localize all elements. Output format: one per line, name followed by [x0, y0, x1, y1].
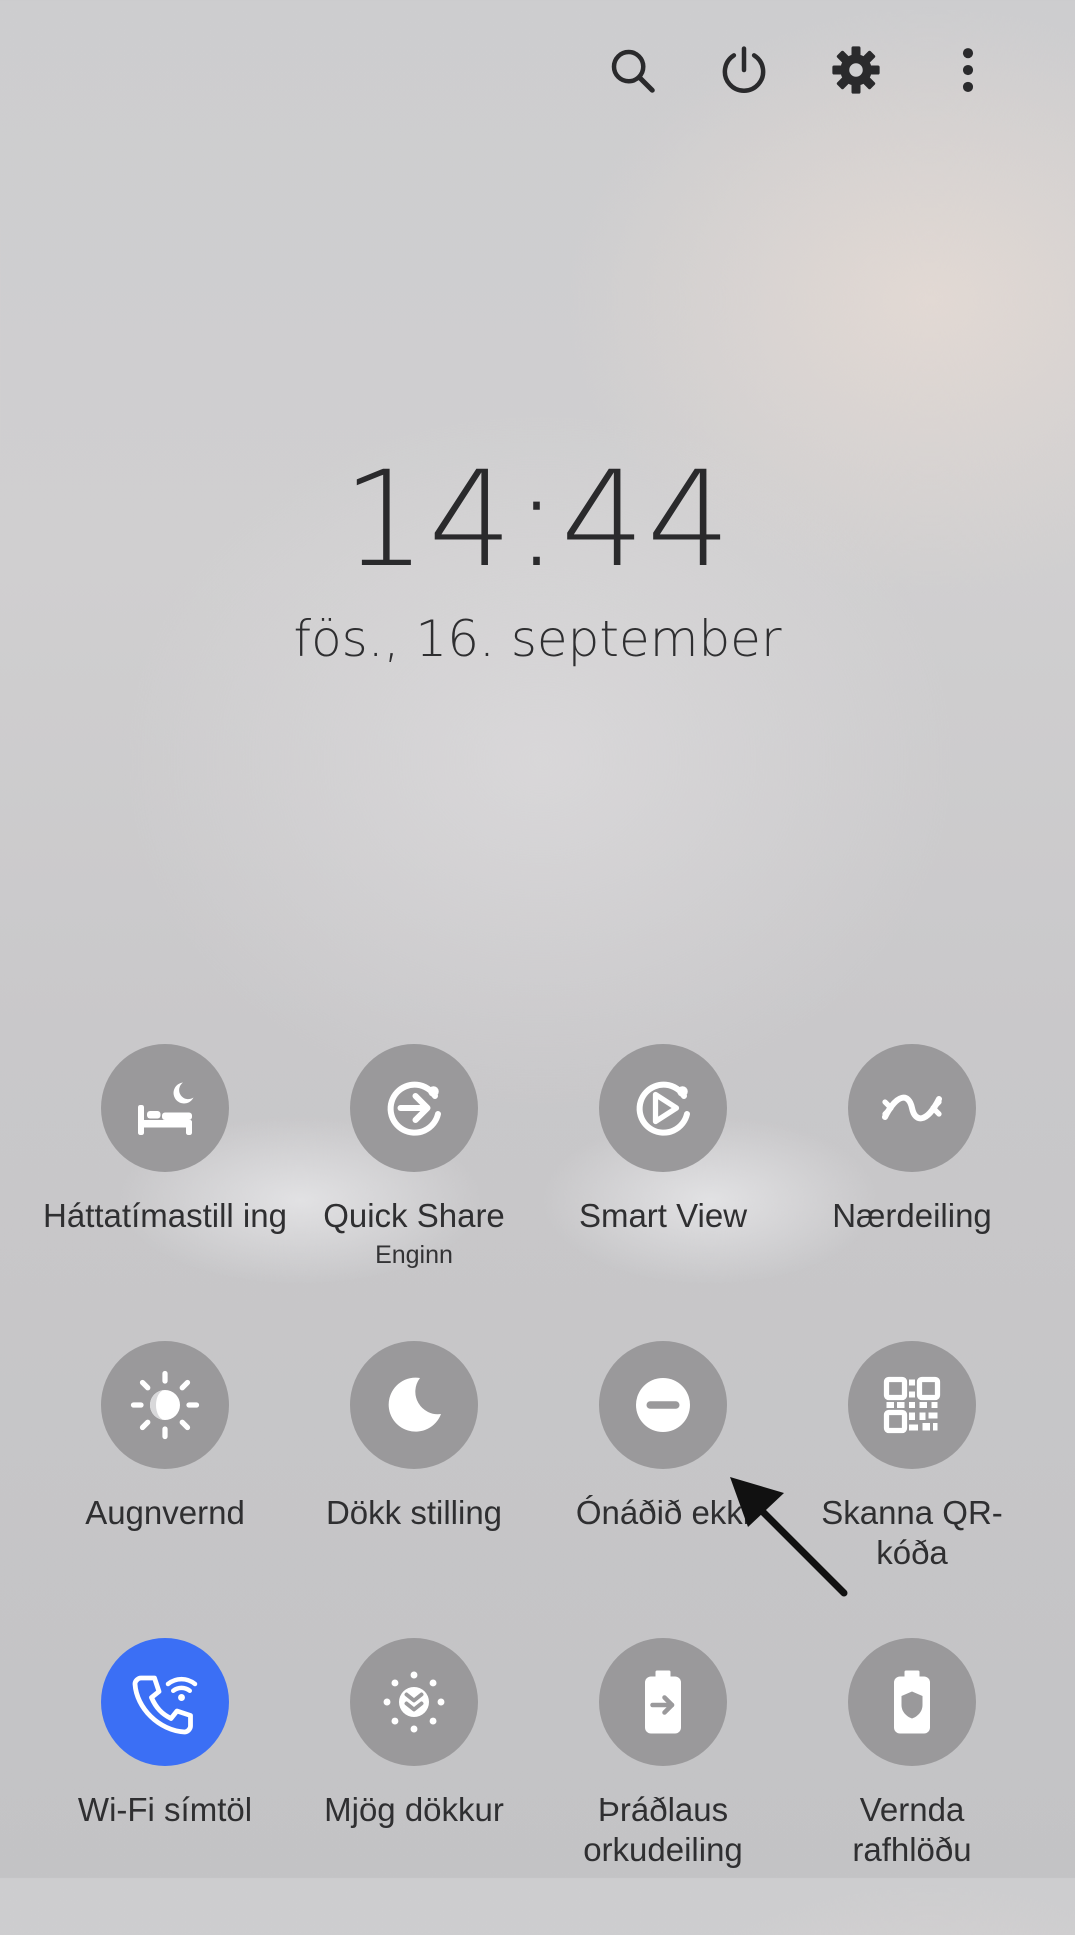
tile-quick-share-label: Quick Share Enginn [289, 1196, 539, 1274]
nearby-share-icon [882, 1094, 942, 1122]
wifi-call-icon [132, 1675, 198, 1735]
tile-bedtime-text: Háttatímastill ing [43, 1197, 287, 1234]
tile-dark-mode-text: Dökk stilling [325, 1494, 503, 1531]
tile-bedtime[interactable]: Háttatímastill ing [40, 1044, 290, 1334]
tile-nearby-share-text: Nærdeiling [832, 1197, 992, 1234]
tile-wireless-powershare[interactable]: Þráðlaus orkudeiling [538, 1638, 788, 1928]
battery-share-icon [645, 1670, 681, 1734]
tile-wifi-calling[interactable]: Wi-Fi símtöl [40, 1638, 290, 1928]
tile-extra-dim-label: Mjög dökkur [289, 1790, 539, 1830]
tile-wireless-powershare-button[interactable] [599, 1638, 727, 1766]
search-icon [611, 49, 655, 93]
tile-eye-comfort[interactable]: Augnvernd [40, 1341, 290, 1631]
tile-protect-battery[interactable]: Vernda rafhlöðu [787, 1638, 1037, 1928]
tile-protect-battery-text: Vernda rafhlöðu [852, 1791, 972, 1868]
tile-row: Háttatímastill ing Quick Share Enginn Sm… [0, 1044, 1075, 1341]
tile-smart-view-text: Smart View [578, 1197, 748, 1234]
tile-extra-dim[interactable]: Mjög dökkur [289, 1638, 539, 1928]
tile-dark-mode-button[interactable] [350, 1341, 478, 1469]
power-button[interactable] [704, 30, 784, 110]
tile-protect-battery-label: Vernda rafhlöðu [817, 1790, 1007, 1870]
tile-smart-view-label: Smart View [538, 1196, 788, 1236]
tile-wifi-calling-label: Wi-Fi símtöl [40, 1790, 290, 1830]
quick-panel-toolbar [0, 30, 1075, 110]
more-vertical-icon [962, 48, 974, 92]
tile-qr-scan-button[interactable] [848, 1341, 976, 1469]
settings-button[interactable] [816, 30, 896, 110]
qr-code-icon [883, 1376, 941, 1434]
tile-nearby-share-button[interactable] [848, 1044, 976, 1172]
clock-time: 14:44 [342, 443, 733, 597]
tile-bedtime-button[interactable] [101, 1044, 229, 1172]
moon-icon [388, 1377, 441, 1432]
tile-wireless-powershare-label: Þráðlaus orkudeiling [558, 1790, 768, 1870]
tile-protect-battery-button[interactable] [848, 1638, 976, 1766]
do-not-disturb-icon [636, 1378, 690, 1432]
tile-smart-view[interactable]: Smart View [538, 1044, 788, 1334]
tile-extra-dim-button[interactable] [350, 1638, 478, 1766]
tile-quick-share-status: Enginn [375, 1241, 453, 1269]
tile-quick-share[interactable]: Quick Share Enginn [289, 1044, 539, 1334]
tile-bedtime-label: Háttatímastill ing [40, 1196, 290, 1236]
tile-dark-mode[interactable]: Dökk stilling [289, 1341, 539, 1631]
tile-nearby-share[interactable]: Nærdeiling [787, 1044, 1037, 1334]
search-button[interactable] [592, 30, 672, 110]
eye-comfort-icon [130, 1370, 200, 1440]
tile-eye-comfort-text: Augnvernd [85, 1494, 245, 1531]
power-icon [722, 46, 766, 93]
tile-quick-share-button[interactable] [350, 1044, 478, 1172]
tile-eye-comfort-label: Augnvernd [40, 1493, 290, 1533]
tile-quick-share-text: Quick Share [323, 1197, 505, 1234]
tile-dark-mode-label: Dökk stilling [289, 1493, 539, 1533]
tile-row: Augnvernd Dökk stilling Ónáðið ekki Skan… [0, 1341, 1075, 1638]
tile-do-not-disturb-button[interactable] [599, 1341, 727, 1469]
clock-date: fös., 16. september [293, 610, 782, 668]
more-options-button[interactable] [928, 30, 1008, 110]
gear-icon [832, 46, 880, 94]
smart-view-icon [636, 1081, 690, 1136]
bed-moon-icon [138, 1082, 194, 1135]
quick-settings-grid: Háttatímastill ing Quick Share Enginn Sm… [0, 1044, 1075, 1935]
tile-wireless-powershare-text: Þráðlaus orkudeiling [583, 1791, 743, 1868]
tile-extra-dim-text: Mjög dökkur [324, 1791, 504, 1828]
annotation-arrow-icon [730, 1477, 848, 1597]
extra-dim-icon [383, 1671, 445, 1733]
tile-eye-comfort-button[interactable] [101, 1341, 229, 1469]
tile-smart-view-button[interactable] [599, 1044, 727, 1172]
tile-nearby-share-label: Nærdeiling [787, 1196, 1037, 1236]
quick-share-icon [387, 1081, 441, 1136]
battery-shield-icon [894, 1670, 930, 1734]
tile-wifi-calling-button[interactable] [101, 1638, 229, 1766]
tile-wifi-calling-text: Wi-Fi símtöl [77, 1791, 253, 1828]
tile-row: Wi-Fi símtöl Mjög dökkur Þráðlaus orkude… [0, 1638, 1075, 1935]
